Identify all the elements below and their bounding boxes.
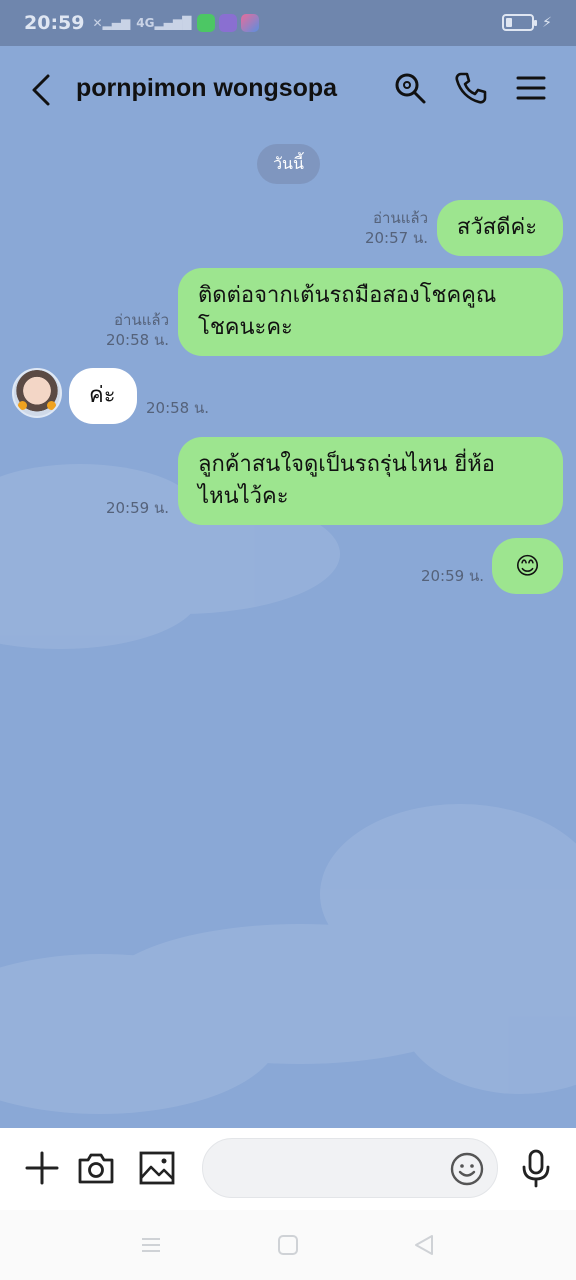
chat-header: pornpimon wongsopa: [0, 46, 576, 134]
message-text-line: ไหนไว้คะ: [198, 484, 289, 509]
recent-apps-icon[interactable]: [138, 1232, 164, 1258]
message-bubble-sent[interactable]: สวัสดีค่ะ: [437, 200, 563, 256]
message-time: 20:59 น.: [105, 499, 169, 517]
contact-avatar[interactable]: [12, 368, 62, 418]
signal-icon: 4G▂▄▆█: [136, 16, 192, 30]
search-icon[interactable]: [392, 70, 428, 106]
no-signal-icon: ✕▂▄▆: [92, 16, 131, 30]
system-navigation-bar: [0, 1210, 576, 1280]
date-divider: วันนี้: [257, 144, 320, 184]
phone-icon[interactable]: [453, 70, 489, 106]
plus-icon[interactable]: [22, 1148, 62, 1188]
back-arrow-icon[interactable]: [28, 72, 56, 108]
status-time: 20:59: [24, 12, 85, 34]
battery-indicator: ⚡: [502, 14, 552, 31]
read-receipt: อ่านแล้ว: [373, 209, 428, 227]
camera-icon[interactable]: [76, 1148, 116, 1188]
message-time: 20:58 น.: [146, 399, 210, 417]
message-bubble-received[interactable]: ค่ะ: [69, 368, 137, 424]
message-input-bar: [0, 1128, 576, 1210]
line-app-icon: [197, 14, 216, 32]
message-input-field[interactable]: [202, 1138, 498, 1198]
emoji-message: 😊: [514, 552, 541, 580]
read-receipt: อ่านแล้ว: [114, 311, 169, 329]
chat-area[interactable]: วันนี้ อ่านแล้ว 20:57 น. สวัสดีค่ะ อ่านแ…: [0, 134, 576, 1128]
message-text-line: ลูกค้าสนใจดูเป็นรถรุ่นไหน ยี่ห้อ: [198, 452, 495, 477]
message-time: 20:59 น.: [420, 567, 484, 585]
message-bubble-sent[interactable]: 😊: [492, 538, 563, 594]
menu-icon[interactable]: [513, 70, 549, 106]
image-icon[interactable]: [137, 1148, 177, 1188]
status-bar: 20:59 ✕▂▄▆ 4G▂▄▆█ ⚡: [0, 0, 576, 46]
message-time: 20:57 น.: [364, 229, 428, 247]
message-text: ค่ะ: [89, 383, 116, 408]
network-type: 4G: [136, 16, 155, 30]
charging-icon: ⚡: [542, 14, 552, 31]
message-bubble-sent[interactable]: ลูกค้าสนใจดูเป็นรถรุ่นไหน ยี่ห้อ ไหนไว้ค…: [178, 437, 563, 525]
message-text-line: โชคนะคะ: [198, 315, 293, 340]
message-bubble-sent[interactable]: ติดต่อจากเต้นรถมือสองโชคคูณ โชคนะคะ: [178, 268, 563, 356]
emoji-icon[interactable]: [449, 1151, 485, 1187]
microphone-icon[interactable]: [516, 1148, 556, 1188]
message-time: 20:58 น.: [105, 331, 169, 349]
message-meta: อ่านแล้ว 20:58 น.: [106, 310, 169, 350]
message-meta: อ่านแล้ว 20:57 น.: [365, 208, 428, 248]
message-text-line: ติดต่อจากเต้นรถมือสองโชคคูณ: [198, 283, 497, 308]
home-icon[interactable]: [275, 1232, 301, 1258]
notification-app-icon: [219, 14, 238, 32]
notification-app-icon-2: [241, 14, 260, 32]
back-icon[interactable]: [411, 1232, 437, 1258]
battery-icon: [502, 14, 538, 31]
contact-name: pornpimon wongsopa: [76, 74, 338, 102]
message-text: สวัสดีค่ะ: [457, 215, 538, 240]
